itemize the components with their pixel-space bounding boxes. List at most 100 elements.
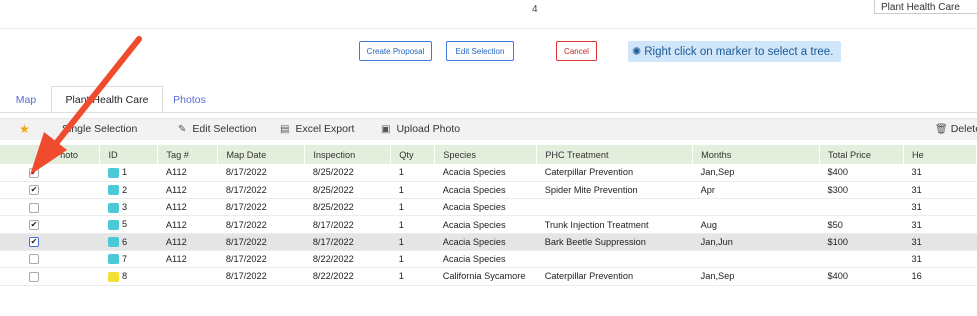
edit-selection-button[interactable]: Edit Selection <box>446 41 514 61</box>
col-species[interactable]: Species <box>434 145 538 164</box>
marker-color-swatch <box>107 219 119 230</box>
cell-he: 31 <box>903 181 977 200</box>
marker-color-swatch <box>107 167 119 178</box>
cell-qty: 1 <box>390 233 435 251</box>
tab-plant-health-care[interactable]: Plant Health Care <box>51 86 163 113</box>
marker-color-swatch <box>107 185 119 196</box>
cell-price <box>819 198 904 217</box>
cell-tag: A112 <box>157 181 218 200</box>
tab-map[interactable]: Map <box>6 86 46 113</box>
cell-tag: A112 <box>157 215 218 234</box>
tab-bar: Map Plant Health Care Photos <box>0 86 977 113</box>
col-map-date[interactable]: Map Date <box>217 145 306 164</box>
table-row[interactable]: 8 8/17/2022 8/22/2022 1 California Sycamore C… <box>0 267 977 286</box>
row-id: 5 <box>121 219 128 230</box>
cell-id: 2 <box>99 181 158 200</box>
row-id: 3 <box>121 201 128 212</box>
cell-treatment: Bark Beetle Suppression <box>536 233 693 251</box>
row-checkbox[interactable]: ✔ <box>29 237 39 248</box>
cell-treatment: Trunk Injection Treatment <box>536 215 693 234</box>
cancel-button[interactable]: Cancel <box>556 41 597 61</box>
cell-inspection: 8/25/2022 <box>304 181 391 200</box>
lightbulb-icon: ✺ <box>632 46 642 58</box>
cell-tag: A112 <box>157 233 218 251</box>
row-select-cell: ✔ <box>0 164 100 182</box>
row-checkbox[interactable] <box>29 271 39 282</box>
cell-qty: 1 <box>390 164 435 182</box>
cell-inspection: 8/17/2022 <box>304 233 391 251</box>
cell-qty: 1 <box>390 250 435 269</box>
row-id: 8 <box>121 271 128 282</box>
cell-tag: A112 <box>157 250 218 269</box>
cell-species: California Sycamore <box>434 267 537 286</box>
row-select-cell <box>0 198 100 217</box>
tab-photos[interactable]: Photos <box>167 86 212 113</box>
cell-tag: A112 <box>157 198 218 217</box>
col-tag[interactable]: Tag # <box>157 145 219 164</box>
table-row[interactable]: ✔ 2 A112 8/17/2022 8/25/2022 1 Acacia Species S… <box>0 181 977 200</box>
row-id: 2 <box>121 184 128 195</box>
cell-id: 6 <box>99 233 158 251</box>
cell-species: Acacia Species <box>434 164 537 182</box>
delete-button[interactable]: 🗑 Delete <box>935 123 977 135</box>
single-selection-button[interactable]: Single Selection <box>62 123 137 135</box>
cell-map-date: 8/17/2022 <box>217 267 305 286</box>
upload-photo-button[interactable]: ▣ Upload Photo <box>381 123 460 135</box>
cell-id: 1 <box>99 164 158 182</box>
cell-treatment: Caterpillar Prevention <box>536 267 693 286</box>
create-proposal-button[interactable]: Create Proposal <box>359 41 432 61</box>
cell-price: $50 <box>819 215 904 234</box>
table-row[interactable]: ✔ 5 A112 8/17/2022 8/17/2022 1 Acacia Species T… <box>0 215 977 234</box>
row-checkbox[interactable]: ✔ <box>29 185 39 196</box>
cell-map-date: 8/17/2022 <box>217 250 305 269</box>
row-checkbox[interactable] <box>29 202 39 213</box>
cell-months: Apr <box>692 181 820 200</box>
table-row[interactable]: ✔ 6 A112 8/17/2022 8/17/2022 1 Acacia Species B… <box>0 233 977 251</box>
table-row[interactable]: 7 A112 8/17/2022 8/22/2022 1 Acacia Species 31 <box>0 250 977 269</box>
tree-table: Photo ID Tag # Map Date Inspection Qty S… <box>0 145 977 286</box>
table-header: Photo ID Tag # Map Date Inspection Qty S… <box>0 145 977 164</box>
cell-months <box>692 198 820 217</box>
col-photo[interactable]: Photo <box>0 145 101 164</box>
col-qty[interactable]: Qty <box>390 145 436 164</box>
col-he[interactable]: He <box>903 145 977 164</box>
cell-months: Jan,Sep <box>692 267 820 286</box>
cell-map-date: 8/17/2022 <box>217 215 305 234</box>
col-months[interactable]: Months <box>692 145 821 164</box>
cell-qty: 1 <box>390 198 435 217</box>
layer-dropdown[interactable]: Plant Health Care <box>874 0 977 14</box>
col-inspection[interactable]: Inspection <box>304 145 392 164</box>
row-checkbox[interactable] <box>29 254 39 265</box>
marker-color-swatch <box>107 237 119 248</box>
cell-map-date: 8/17/2022 <box>217 233 305 251</box>
upload-photo-label: Upload Photo <box>396 123 461 135</box>
col-phc-treatment[interactable]: PHC Treatment <box>536 145 694 164</box>
hint-banner: ✺ Right click on marker to select a tree… <box>628 41 841 62</box>
cell-inspection: 8/22/2022 <box>304 250 391 269</box>
row-checkbox[interactable]: ✔ <box>29 167 39 178</box>
cell-qty: 1 <box>390 215 435 234</box>
cell-inspection: 8/25/2022 <box>304 198 391 217</box>
pencil-icon: ✎ <box>178 123 187 135</box>
cell-map-date: 8/17/2022 <box>217 181 305 200</box>
cell-species: Acacia Species <box>434 233 537 251</box>
trash-icon: 🗑 <box>935 123 948 135</box>
cell-months: Jan,Sep <box>692 164 820 182</box>
cell-months: Aug <box>692 215 820 234</box>
col-id[interactable]: ID <box>99 145 159 164</box>
row-checkbox[interactable]: ✔ <box>29 219 39 230</box>
table-row[interactable]: ✔ 1 A112 8/17/2022 8/25/2022 1 Acacia Species C… <box>0 164 977 182</box>
cell-qty: 1 <box>390 267 435 286</box>
cell-he: 31 <box>903 250 977 269</box>
star-icon[interactable]: ★ <box>19 122 30 136</box>
col-total-price[interactable]: Total Price <box>819 145 904 164</box>
excel-export-button[interactable]: ▤ Excel Export <box>280 123 354 135</box>
edit-selection-label: Edit Selection <box>192 123 257 135</box>
cell-months: Jan,Jun <box>692 233 820 251</box>
table-row[interactable]: 3 A112 8/17/2022 8/25/2022 1 Acacia Species 31 <box>0 198 977 217</box>
delete-label: Delete <box>950 123 977 135</box>
row-select-cell <box>0 267 100 286</box>
row-select-cell: ✔ <box>0 233 100 251</box>
edit-selection-tool[interactable]: ✎ Edit Selection <box>178 123 257 135</box>
cell-he: 31 <box>903 198 977 217</box>
